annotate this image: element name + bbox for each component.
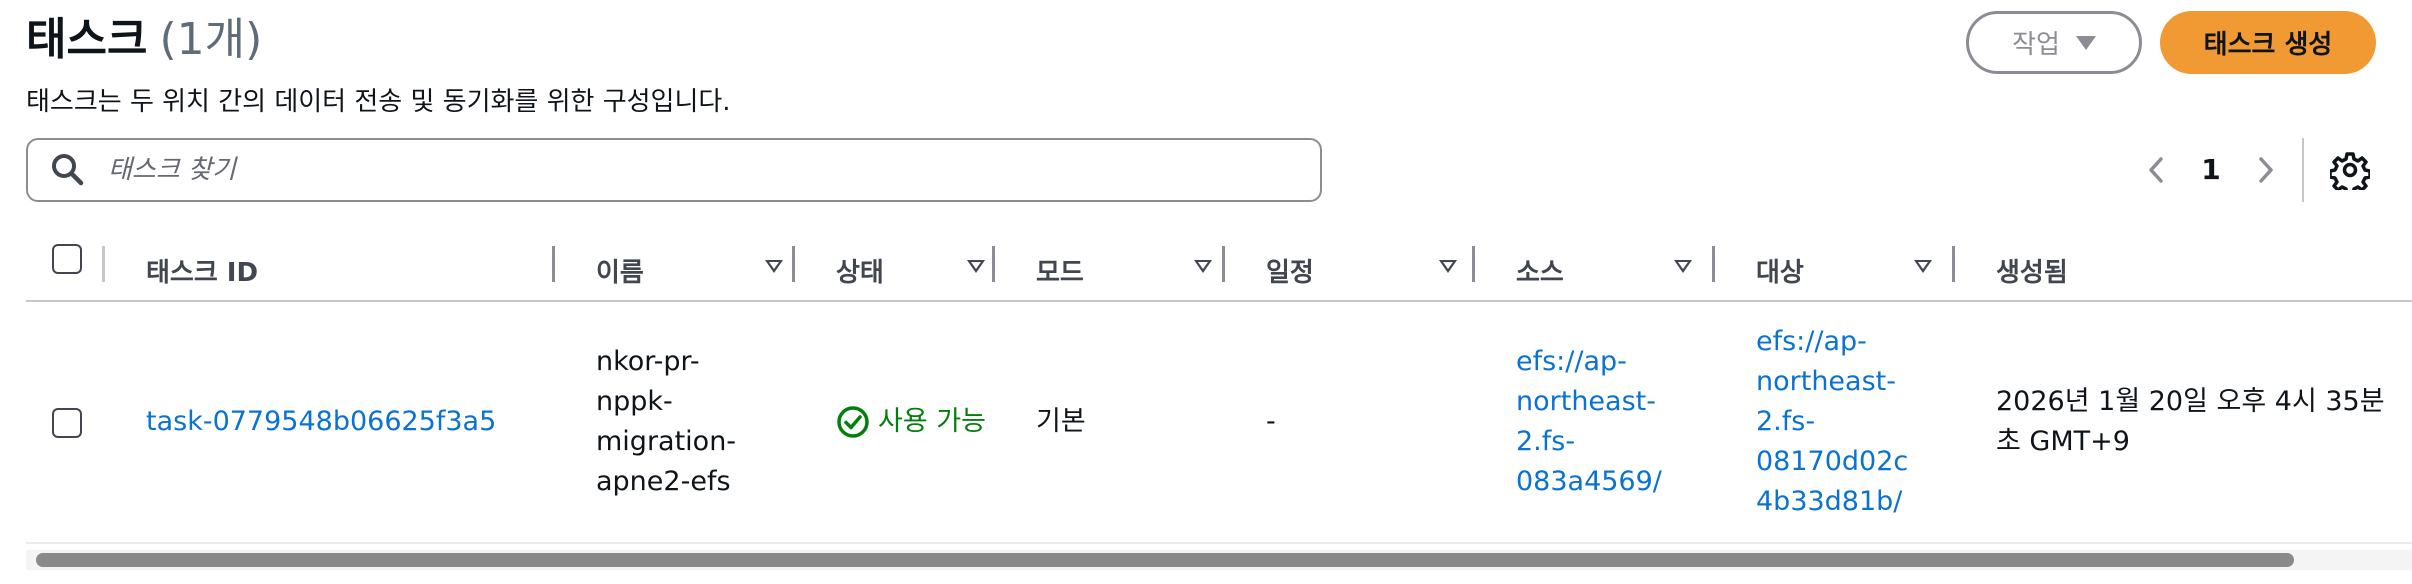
column-header-label: 이름 [596, 257, 644, 288]
column-header-label: 태스크 ID [146, 257, 259, 288]
tasks-page: 태스크 (1개) 태스크는 두 위치 간의 데이터 전송 및 동기화를 위한 구성… [0, 0, 2412, 584]
column-header-task-id[interactable]: 태스크 ID [146, 240, 258, 300]
column-header-label: 생성됨 [1996, 257, 2068, 288]
source-line: 2.fs- [1516, 426, 1576, 457]
scrollbar-thumb[interactable] [36, 553, 2294, 567]
created-date-line: 초 GMT+9 [1996, 426, 2130, 457]
caret-down-icon [2075, 35, 2096, 50]
column-header-schedule[interactable]: 일정 [1266, 240, 1466, 300]
sort-icon[interactable] [967, 260, 985, 273]
column-header-created[interactable]: 생성됨 [1996, 240, 2068, 300]
search-box[interactable] [26, 138, 1322, 202]
sort-icon[interactable] [1914, 260, 1932, 273]
task-mode: 기본 [1036, 406, 1086, 437]
chevron-left-icon [2149, 157, 2163, 183]
task-name-line: migration- [596, 426, 737, 457]
task-schedule: - [1266, 406, 1276, 437]
column-resizer[interactable] [552, 246, 555, 282]
created-date: 2026년 1월 20일 오후 4시 35분 초 GMT+9 [1996, 382, 2385, 462]
search-input[interactable] [106, 154, 1286, 186]
task-name: nkor-pr- nppk- migration- apne2-efs [596, 342, 736, 502]
page-title: 태스크 (1개) [26, 10, 262, 70]
page-description: 태스크는 두 위치 간의 데이터 전송 및 동기화를 위한 구성입니다. [26, 87, 731, 117]
status-indicator: 사용 가능 [836, 402, 986, 442]
column-header-name[interactable]: 이름 [596, 240, 792, 300]
sort-icon[interactable] [1439, 260, 1457, 273]
destination-line: northeast- [1756, 366, 1896, 397]
destination-line: 2.fs- [1756, 406, 1816, 437]
column-header-label: 상태 [836, 257, 884, 288]
column-header-label: 소스 [1516, 257, 1564, 288]
next-page-button[interactable] [2246, 148, 2286, 192]
create-task-button[interactable]: 태스크 생성 [2160, 11, 2376, 74]
column-header-label: 대상 [1756, 257, 1804, 288]
chevron-right-icon [2259, 157, 2273, 183]
source-line: efs://ap- [1516, 346, 1627, 377]
previous-page-button[interactable] [2136, 148, 2176, 192]
success-check-icon [837, 406, 869, 438]
create-task-button-label: 태스크 생성 [2203, 30, 2333, 60]
destination-location-link[interactable]: efs://ap- northeast- 2.fs- 08170d02c 4b3… [1756, 322, 1908, 522]
task-name-line: nkor-pr- [596, 346, 700, 377]
task-id-link[interactable]: task-0779548b06625f3a5 [146, 402, 496, 442]
status-label: 사용 가능 [878, 406, 986, 437]
destination-line: efs://ap- [1756, 326, 1867, 357]
table-row: task-0779548b06625f3a5 nkor-pr- nppk- mi… [26, 304, 2412, 544]
table-settings-button[interactable] [2328, 148, 2372, 192]
page-title-text: 태스크 [26, 14, 148, 65]
pagination-divider [2302, 138, 2304, 202]
source-location-link[interactable]: efs://ap- northeast- 2.fs- 083a4569/ [1516, 342, 1662, 502]
column-header-mode[interactable]: 모드 [1036, 240, 1226, 300]
current-page-number[interactable]: 1 [2196, 148, 2226, 192]
column-header-source[interactable]: 소스 [1516, 240, 1716, 300]
column-resizer[interactable] [1222, 246, 1225, 282]
task-name-line: nppk- [596, 386, 673, 417]
actions-button-label: 작업 [2012, 30, 2060, 60]
sort-icon[interactable] [1194, 260, 1212, 273]
column-resizer[interactable] [992, 246, 995, 282]
search-icon [52, 154, 84, 186]
sort-icon[interactable] [1674, 260, 1692, 273]
column-resizer[interactable] [1952, 246, 1955, 282]
column-header-status[interactable]: 상태 [836, 240, 996, 300]
source-line: 083a4569/ [1516, 466, 1662, 497]
gear-icon [2330, 152, 2370, 190]
column-header-destination[interactable]: 대상 [1756, 240, 1956, 300]
task-name-line: apne2-efs [596, 466, 731, 497]
column-resizer[interactable] [1712, 246, 1715, 282]
source-line: northeast- [1516, 386, 1656, 417]
sort-icon[interactable] [765, 260, 783, 273]
actions-dropdown-button[interactable]: 작업 [1966, 11, 2142, 74]
column-resizer[interactable] [1472, 246, 1475, 282]
column-header-label: 모드 [1036, 257, 1084, 288]
select-all-checkbox[interactable] [52, 244, 82, 274]
table-header: 태스크 ID 이름 상태 모드 일정 소스 대상 생성됨 [26, 240, 2412, 302]
column-resizer[interactable] [792, 246, 795, 282]
created-date-line: 2026년 1월 20일 오후 4시 35분 [1996, 386, 2385, 417]
destination-line: 08170d02c [1756, 446, 1909, 477]
column-resizer[interactable] [102, 246, 105, 282]
destination-line: 4b33d81b/ [1756, 486, 1903, 517]
row-select-checkbox[interactable] [52, 408, 82, 438]
column-header-label: 일정 [1266, 257, 1314, 288]
task-count: (1개) [159, 14, 263, 65]
